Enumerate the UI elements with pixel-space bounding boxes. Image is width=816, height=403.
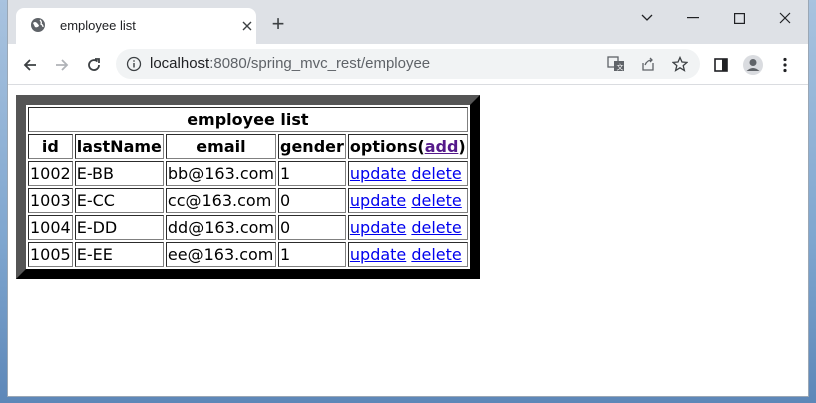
update-link[interactable]: update [350, 218, 406, 237]
forward-icon[interactable] [48, 51, 76, 79]
header-id: id [28, 134, 73, 159]
url-path: :8080/spring_mvc_rest/employee [209, 55, 431, 72]
options-suffix: ) [458, 137, 466, 156]
delete-link[interactable]: delete [411, 164, 461, 183]
tab-title: employee list [60, 18, 136, 33]
delete-link[interactable]: delete [411, 245, 461, 264]
header-email: email [165, 134, 276, 159]
browser-toolbar: localhost:8080/spring_mvc_rest/employee … [8, 44, 808, 85]
globe-icon [30, 17, 46, 33]
update-link[interactable]: update [350, 245, 406, 264]
table-caption-row: employee list [28, 107, 468, 132]
maximize-icon[interactable] [716, 4, 762, 32]
header-lastname: lastName [74, 134, 164, 159]
minimize-icon[interactable] [670, 4, 716, 32]
tab-bar: employee list + [8, 0, 808, 44]
cell-options: update delete [347, 161, 468, 186]
cell-gender: 0 [278, 188, 346, 213]
profile-avatar-icon[interactable] [739, 51, 767, 79]
header-options: options(add) [347, 134, 468, 159]
page-content: employee list id lastName email gender o… [8, 86, 808, 396]
tab-search-icon[interactable] [624, 4, 670, 32]
share-icon[interactable] [638, 54, 658, 74]
translate-icon[interactable]: 文 [606, 54, 626, 74]
cell-id: 1003 [28, 188, 73, 213]
new-tab-button[interactable]: + [266, 13, 290, 37]
browser-window: employee list + localhost:8080/spring_mv… [8, 0, 808, 396]
close-window-icon[interactable] [762, 4, 808, 32]
table-row: 1004 E-DD dd@163.com 0 update delete [28, 215, 468, 240]
table-row: 1003 E-CC cc@163.com 0 update delete [28, 188, 468, 213]
table-caption: employee list [28, 107, 468, 132]
svg-text:文: 文 [617, 63, 624, 72]
cell-email: bb@163.com [165, 161, 276, 186]
cell-id: 1002 [28, 161, 73, 186]
cell-lastname: E-BB [74, 161, 164, 186]
add-link[interactable]: add [425, 137, 459, 156]
close-tab-icon[interactable] [238, 17, 256, 35]
employee-table: employee list id lastName email gender o… [16, 95, 480, 279]
cell-email: cc@163.com [165, 188, 276, 213]
table-row: 1002 E-BB bb@163.com 1 update delete [28, 161, 468, 186]
cell-options: update delete [347, 215, 468, 240]
cell-lastname: E-DD [74, 215, 164, 240]
cell-email: ee@163.com [165, 242, 276, 267]
menu-kebab-icon[interactable] [771, 51, 799, 79]
update-link[interactable]: update [350, 164, 406, 183]
tab-employee-list[interactable]: employee list [16, 8, 256, 44]
bookmark-star-icon[interactable] [670, 54, 690, 74]
table-header-row: id lastName email gender options(add) [28, 134, 468, 159]
table-row: 1005 E-EE ee@163.com 1 update delete [28, 242, 468, 267]
cell-gender: 1 [278, 161, 346, 186]
cell-email: dd@163.com [165, 215, 276, 240]
cell-lastname: E-EE [74, 242, 164, 267]
cell-options: update delete [347, 188, 468, 213]
cell-id: 1004 [28, 215, 73, 240]
site-info-icon[interactable] [124, 54, 144, 74]
cell-id: 1005 [28, 242, 73, 267]
header-gender: gender [278, 134, 346, 159]
update-link[interactable]: update [350, 191, 406, 210]
cell-gender: 0 [278, 215, 346, 240]
options-prefix: options( [349, 137, 425, 156]
cell-gender: 1 [278, 242, 346, 267]
back-icon[interactable] [16, 51, 44, 79]
url-host: localhost [150, 55, 210, 72]
delete-link[interactable]: delete [411, 191, 461, 210]
url-text[interactable]: localhost:8080/spring_mvc_rest/employee [150, 55, 430, 72]
cell-lastname: E-CC [74, 188, 164, 213]
delete-link[interactable]: delete [411, 218, 461, 237]
address-bar[interactable]: localhost:8080/spring_mvc_rest/employee … [116, 49, 700, 79]
cell-options: update delete [347, 242, 468, 267]
side-panel-icon[interactable] [707, 51, 735, 79]
reload-icon[interactable] [80, 51, 108, 79]
